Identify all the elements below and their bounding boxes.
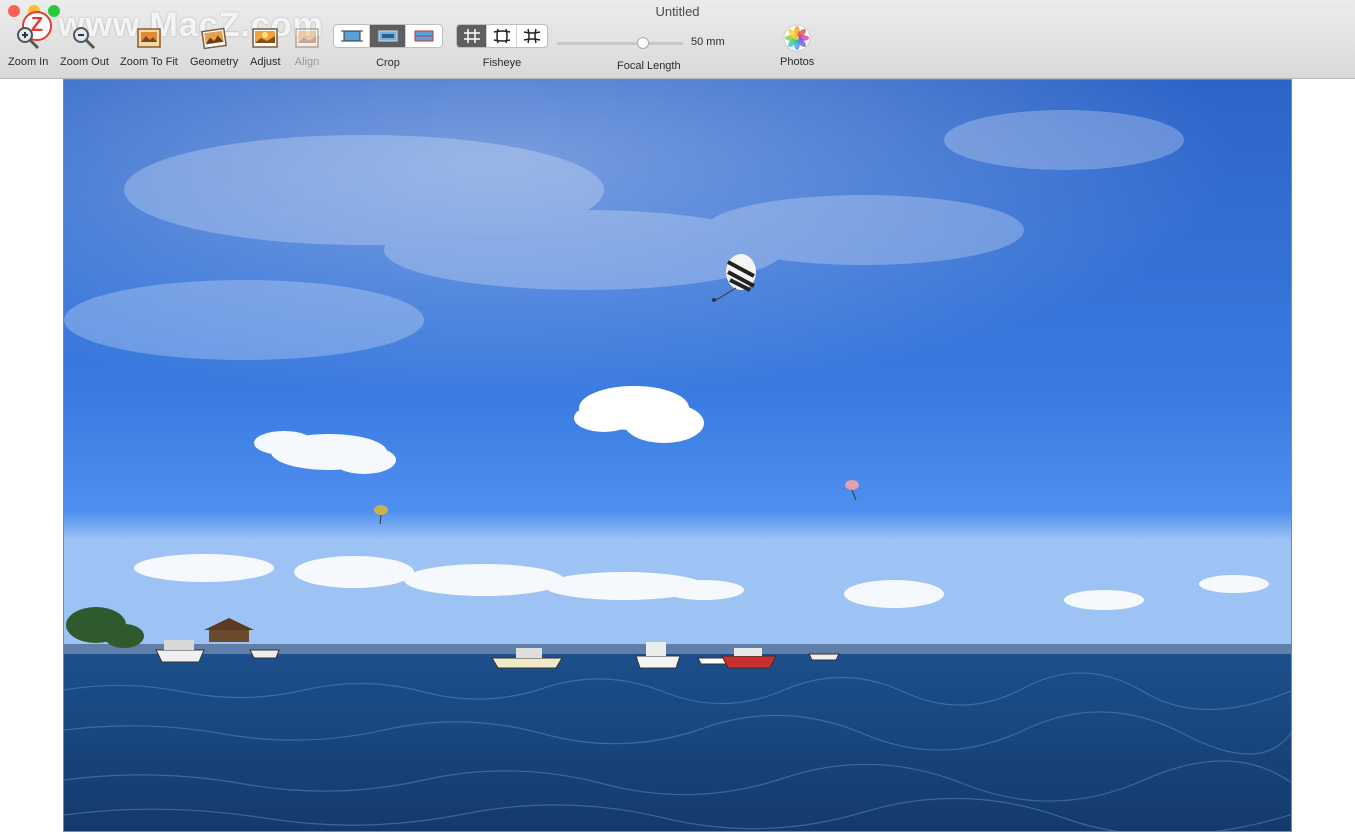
adjust-button[interactable]: Adjust: [250, 24, 281, 68]
adjust-icon: [251, 24, 279, 52]
crop-option-3[interactable]: [406, 25, 442, 47]
align-icon: [293, 24, 321, 52]
fisheye-icon: [493, 28, 510, 44]
adjust-label: Adjust: [250, 56, 281, 68]
crop-segmented: [333, 24, 443, 48]
photos-button[interactable]: Photos: [780, 24, 814, 68]
focal-length-value: 50 mm: [691, 36, 725, 48]
zoom-to-fit-icon: [135, 24, 163, 52]
crop-label: Crop: [376, 57, 400, 69]
fisheye-control: Fisheye: [456, 24, 548, 69]
zoom-in-button[interactable]: Zoom In: [8, 24, 48, 68]
photo-scene: [64, 80, 1291, 831]
fisheye-icon: [463, 29, 480, 43]
geometry-icon: [200, 24, 228, 52]
focal-length-track: [557, 42, 683, 45]
focal-length-knob[interactable]: [637, 37, 649, 49]
align-label: Align: [294, 56, 320, 68]
sea: [64, 654, 1291, 831]
zoom-out-icon: [70, 24, 98, 52]
crop-icon: [378, 30, 397, 42]
focal-length-label: Focal Length: [617, 60, 681, 72]
zoom-out-button[interactable]: Zoom Out: [60, 24, 109, 68]
crop-option-1[interactable]: [334, 25, 370, 47]
crop-option-2[interactable]: [370, 25, 406, 47]
photos-label: Photos: [780, 56, 815, 68]
align-button[interactable]: Align: [293, 24, 321, 68]
zoom-in-label: Zoom In: [8, 56, 49, 68]
crop-icon: [414, 30, 434, 42]
fisheye-option-grid[interactable]: [457, 25, 487, 47]
fisheye-label: Fisheye: [482, 57, 522, 69]
fisheye-segmented: [456, 24, 548, 48]
crop-icon: [340, 30, 363, 42]
fisheye-option-barrel[interactable]: [487, 25, 517, 47]
hut: [209, 628, 249, 642]
focal-length-control: Focal Length: [617, 60, 681, 72]
geometry-button[interactable]: Geometry: [190, 24, 238, 68]
crop-control: Crop: [333, 24, 443, 69]
toolbar: Untitled Z www.MacZ.com Zoom In Zoom Out…: [0, 0, 1355, 79]
shoreline: [64, 644, 1291, 654]
zoom-out-label: Zoom Out: [60, 56, 109, 68]
photos-icon: [783, 24, 811, 52]
zoom-to-fit-label: Zoom To Fit: [120, 56, 178, 68]
zoom-in-icon: [14, 24, 42, 52]
zoom-to-fit-button[interactable]: Zoom To Fit: [120, 24, 178, 68]
image-canvas[interactable]: [63, 79, 1292, 832]
focal-length-slider[interactable]: [557, 34, 683, 52]
geometry-label: Geometry: [190, 56, 239, 68]
fisheye-icon: [523, 28, 541, 44]
fisheye-option-pincushion[interactable]: [517, 25, 547, 47]
